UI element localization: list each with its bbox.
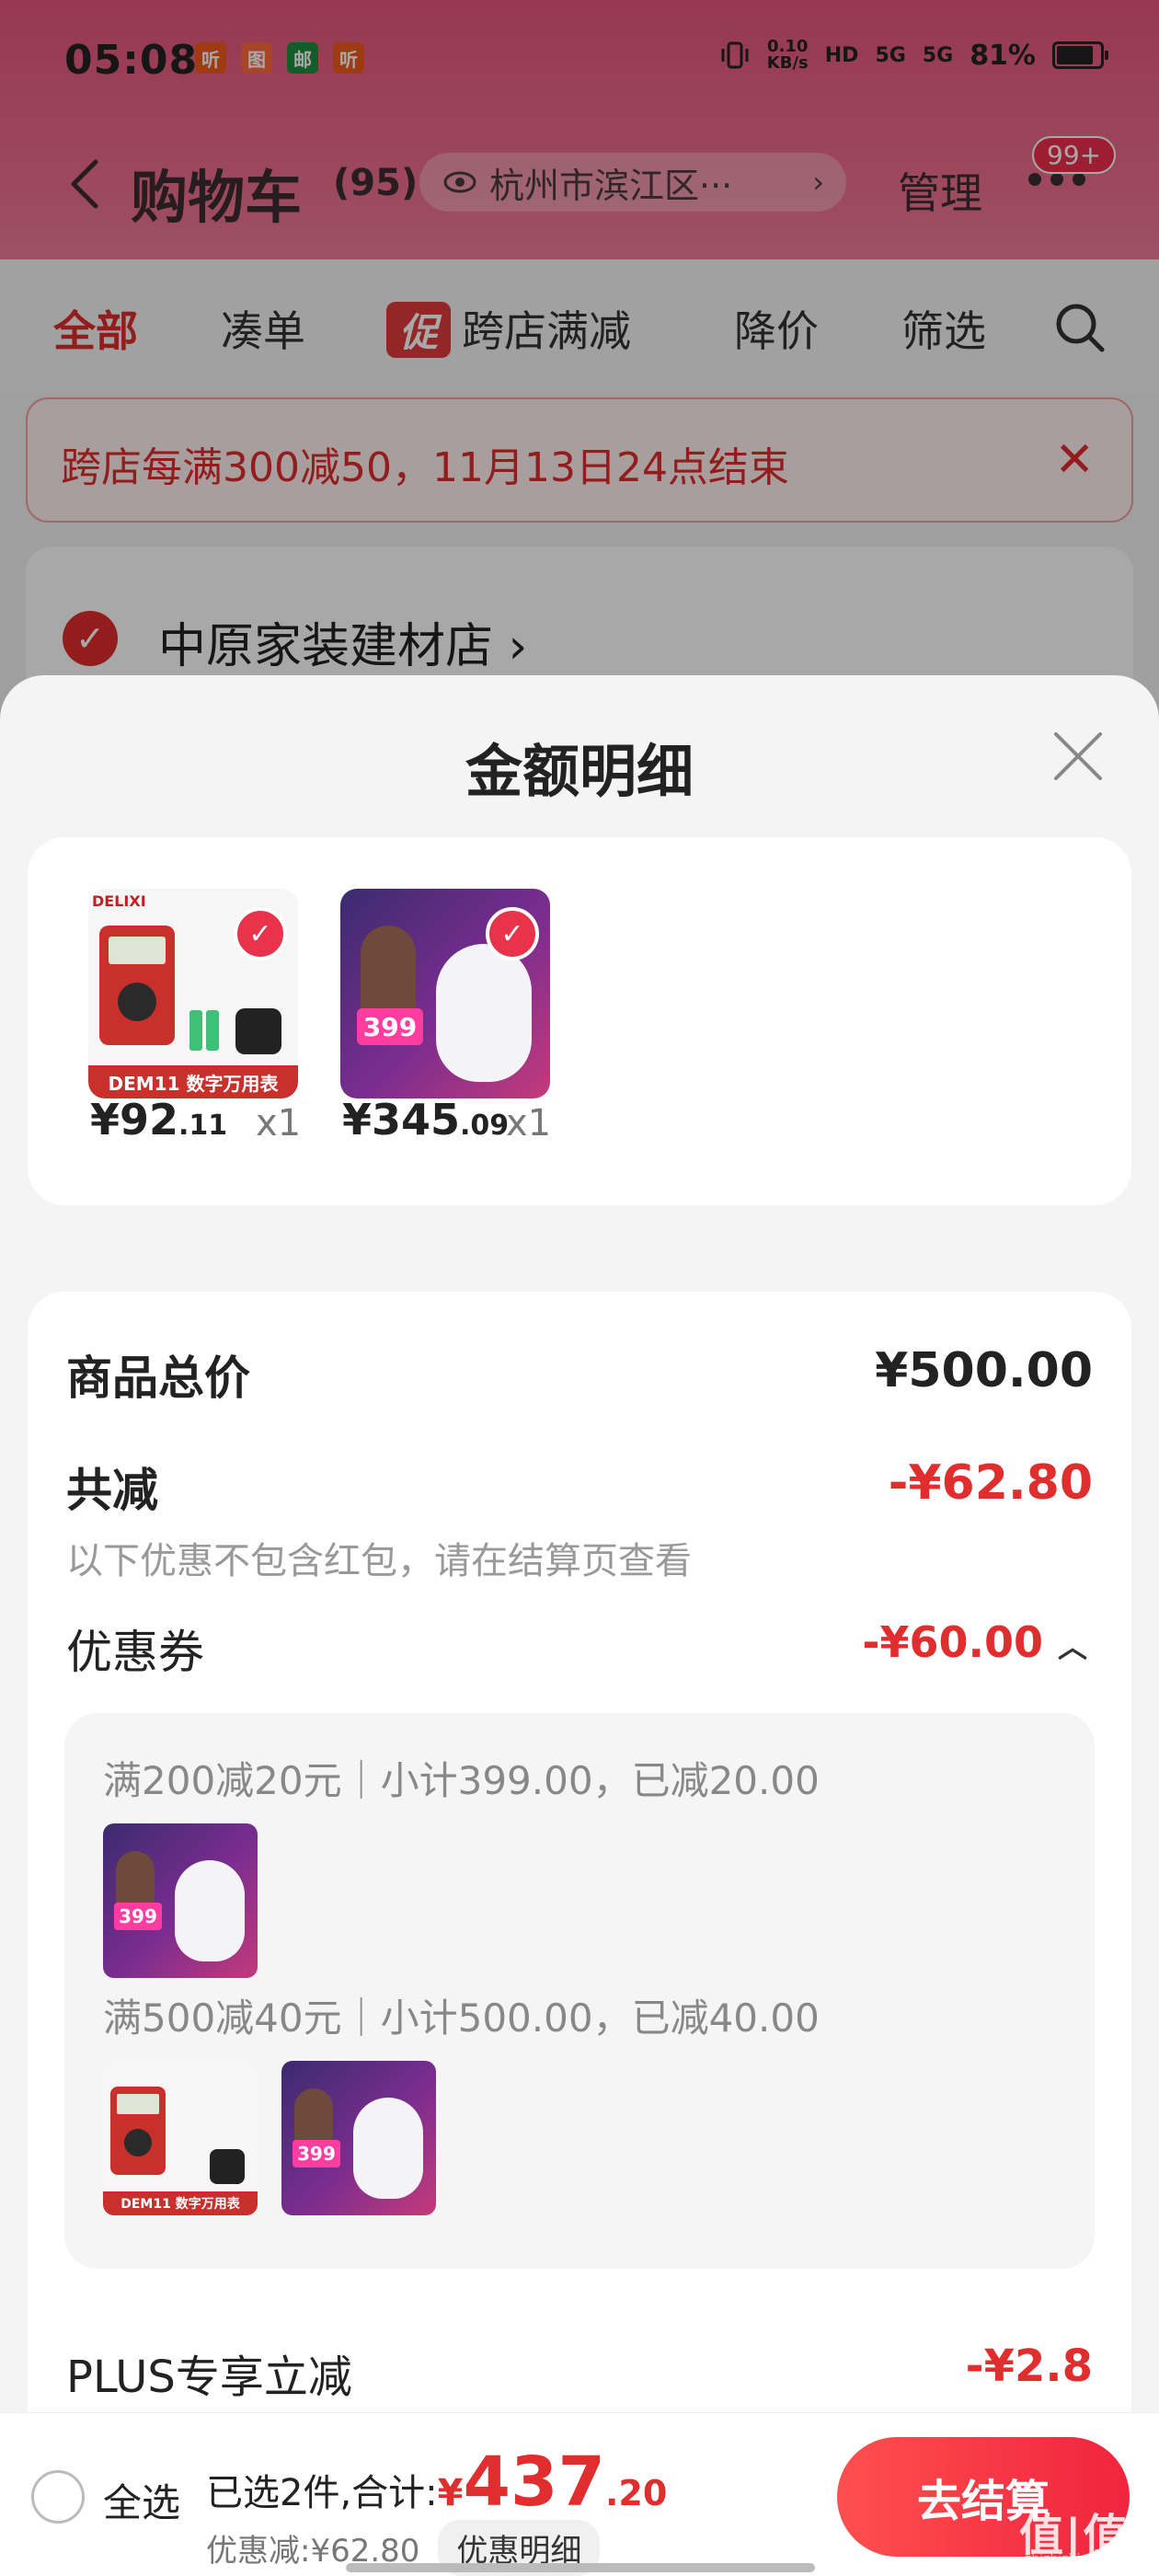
watermark-url: zhizhizhi.com [1025,2552,1112,2567]
selected-check-icon: ✓ [486,907,539,960]
brand-logo: DELIXI [92,892,146,910]
select-all-checkbox[interactable] [31,2470,85,2524]
goods-total-label: 商品总价 [66,1351,250,1405]
coupon-value: -¥60.00 [862,1617,1043,1667]
product-thumb-multimeter: DEM11 数字万用表 [103,2061,258,2215]
plus-discount-value: -¥2.8 [965,2340,1093,2392]
select-all-label[interactable]: 全选 [103,2472,180,2528]
product-thumb-mouse: 399 [103,1823,258,1978]
selected-items-card: DELIXI DEM11 数字万用表 ✓ ¥92.11 x1 399 ✓ ¥34… [28,837,1131,1205]
coupon-breakdown: 满200减20元｜小计399.00，已减20.00 399 满500减40元｜小… [64,1713,1095,2269]
product-thumb-mouse: 399 [281,2061,436,2215]
goods-total-value: ¥500.00 [875,1343,1093,1398]
item-price: ¥92.11 [90,1095,228,1144]
selected-summary: 已选2件,合计: [206,2472,438,2514]
item-quantity: x1 [506,1102,552,1144]
product-caption: DEM11 数字万用表 [88,1065,298,1098]
total-amount: ¥437.20 [437,2443,668,2522]
close-icon[interactable] [1049,727,1107,786]
item-multimeter[interactable]: DELIXI DEM11 数字万用表 ✓ [88,889,298,1098]
checkout-bar: 全选 已选2件,合计:¥437.20 优惠减:¥62.80 优惠明细 去结算 [0,2412,1159,2576]
sheet-title: 金额明细 [465,738,694,805]
product-image-multimeter: DELIXI DEM11 数字万用表 ✓ [88,889,298,1098]
mouse-graphic [436,944,532,1082]
item-mouse[interactable]: 399 ✓ [340,889,550,1098]
coupon-rule: 满500减40元｜小计500.00，已减40.00 [103,1995,820,2041]
item-price: ¥345.09 [342,1095,510,1144]
selected-check-icon: ✓ [234,907,287,960]
plus-discount-label: PLUS专享立减 [66,2352,352,2403]
multimeter-graphic [99,926,175,1045]
product-image-mouse: 399 ✓ [340,889,550,1098]
promo-price-tag: 399 [357,1008,423,1045]
coupon-toggle[interactable]: -¥60.00 ︿ [862,1617,1087,1667]
chevron-up-icon: ︿ [1057,1629,1087,1664]
amount-detail-sheet: 金额明细 DELIXI DEM11 数字万用表 ✓ ¥92.11 x1 399 … [0,675,1159,2576]
price-detail-card: 商品总价 ¥500.00 共减 -¥62.80 以下优惠不包含红包，请在结算页查… [28,1292,1131,2576]
total-discount-label: 共减 [66,1464,158,1517]
discount-note: 以下优惠不包含红包，请在结算页查看 [66,1540,692,1582]
coupon-label: 优惠券 [66,1626,204,1679]
total-summary: 已选2件,合计:¥437.20 [206,2443,667,2522]
item-quantity: x1 [256,1102,302,1144]
coupon-rule: 满200减20元｜小计399.00，已减20.00 [103,1758,820,1803]
home-indicator[interactable] [346,2563,815,2572]
total-discount-value: -¥62.80 [888,1455,1093,1511]
